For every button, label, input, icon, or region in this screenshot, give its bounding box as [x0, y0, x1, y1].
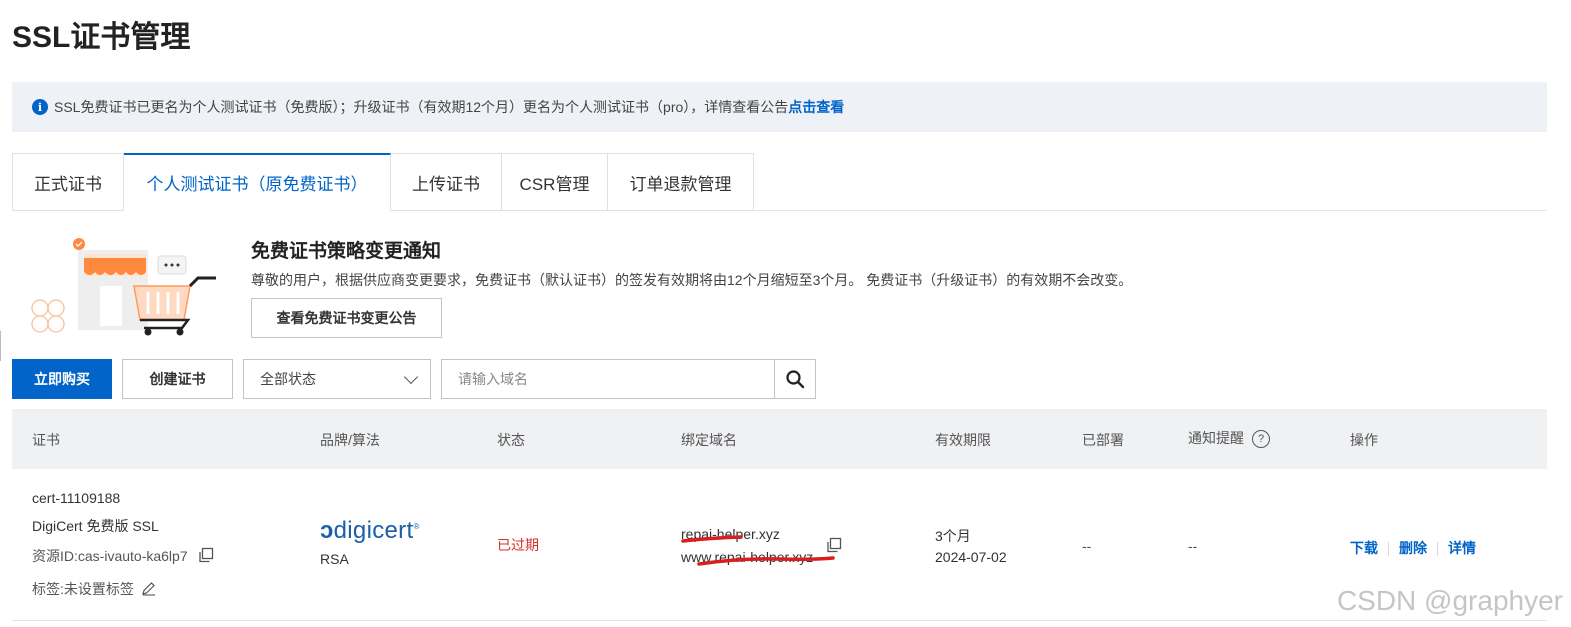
domain-search-input[interactable] [441, 359, 775, 399]
notice-banner: i SSL免费证书已更名为个人测试证书（免费版）；升级证书（有效期12个月）更名… [12, 82, 1547, 132]
header-status: 状态 [497, 432, 525, 448]
digicert-logo-mark: ↄ [320, 517, 334, 544]
cert-tag: 标签:未设置标签 [32, 579, 156, 599]
header-deployed: 已部署 [1082, 432, 1124, 448]
status-badge: 已过期 [497, 537, 539, 553]
search-icon [786, 370, 805, 389]
header-domain: 绑定域名 [681, 432, 737, 448]
promo-title: 免费证书策略变更通知 [251, 241, 442, 262]
cert-name: cert-11109188 [32, 490, 121, 506]
divider [1437, 542, 1438, 557]
copy-icon[interactable] [198, 547, 214, 563]
status-select[interactable]: 全部状态 [243, 359, 431, 399]
cert-algorithm: RSA [320, 551, 349, 567]
digicert-logo: ↄdigicert® [320, 517, 420, 545]
header-action: 操作 [1350, 432, 1378, 448]
notice-link[interactable]: 点击查看 [788, 97, 844, 117]
header-validity: 有效期限 [935, 432, 991, 448]
header-notify: 通知提醒? [1188, 428, 1270, 449]
notice-text: SSL免费证书已更名为个人测试证书（免费版）；升级证书（有效期12个月）更名为个… [54, 99, 789, 115]
side-handle[interactable] [0, 331, 3, 361]
info-icon: i [32, 99, 48, 115]
row-actions: 下载 删除 详情 [1350, 538, 1476, 558]
cert-product: DigiCert 免费版 SSL [32, 518, 159, 534]
download-link[interactable]: 下载 [1350, 540, 1378, 556]
header-cert: 证书 [32, 432, 60, 448]
tab-formal-cert[interactable]: 正式证书 [12, 153, 124, 211]
tab-csr-management[interactable]: CSR管理 [502, 153, 608, 211]
details-link[interactable]: 详情 [1448, 540, 1476, 556]
tab-bar: 正式证书 个人测试证书（原免费证书） 上传证书 CSR管理 订单退款管理 [12, 153, 1547, 211]
table-row: cert-11109188 DigiCert 免费版 SSL 资源ID:cas-… [12, 469, 1547, 621]
help-icon[interactable]: ? [1252, 430, 1270, 449]
promo-description: 尊敬的用户，根据供应商变更要求，免费证书（默认证书）的签发有效期将由12个月缩短… [251, 272, 1133, 288]
tab-personal-test-cert[interactable]: 个人测试证书（原免费证书） [124, 153, 391, 211]
page-title: SSL证书管理 [12, 21, 191, 54]
resource-id-text: 资源ID:cas-ivauto-ka6lp7 [32, 548, 188, 564]
chevron-down-icon [403, 369, 419, 385]
tag-text: 标签:未设置标签 [32, 581, 134, 597]
notify-value: -- [1188, 538, 1198, 554]
digicert-logo-text: digicert [333, 517, 414, 544]
promo-illustration [31, 238, 216, 336]
copy-domain-icon[interactable] [826, 537, 842, 553]
validity-date: 2024-07-02 [935, 549, 1007, 565]
delete-link[interactable]: 删除 [1399, 540, 1427, 556]
validity-period: 3个月 [935, 528, 971, 544]
watermark: CSDN @graphyer [1336, 585, 1563, 616]
create-cert-button[interactable]: 创建证书 [122, 359, 233, 399]
view-announcement-button[interactable]: 查看免费证书变更公告 [251, 298, 442, 338]
header-brand: 品牌/算法 [320, 432, 380, 448]
table-header: 证书 品牌/算法 状态 绑定域名 有效期限 已部署 通知提醒? 操作 [12, 409, 1547, 469]
tab-refund-management[interactable]: 订单退款管理 [608, 153, 754, 211]
cert-resource-id: 资源ID:cas-ivauto-ka6lp7 [32, 546, 214, 566]
status-select-value: 全部状态 [260, 371, 316, 387]
deployed-value: -- [1082, 538, 1092, 554]
redaction-scribble [681, 535, 835, 566]
registered-mark: ® [413, 522, 420, 531]
buy-now-button[interactable]: 立即购买 [12, 359, 112, 399]
header-notify-label: 通知提醒 [1188, 430, 1244, 446]
edit-icon[interactable] [141, 581, 156, 596]
tab-upload-cert[interactable]: 上传证书 [391, 153, 502, 211]
divider [1388, 542, 1389, 557]
search-button[interactable] [774, 359, 816, 399]
